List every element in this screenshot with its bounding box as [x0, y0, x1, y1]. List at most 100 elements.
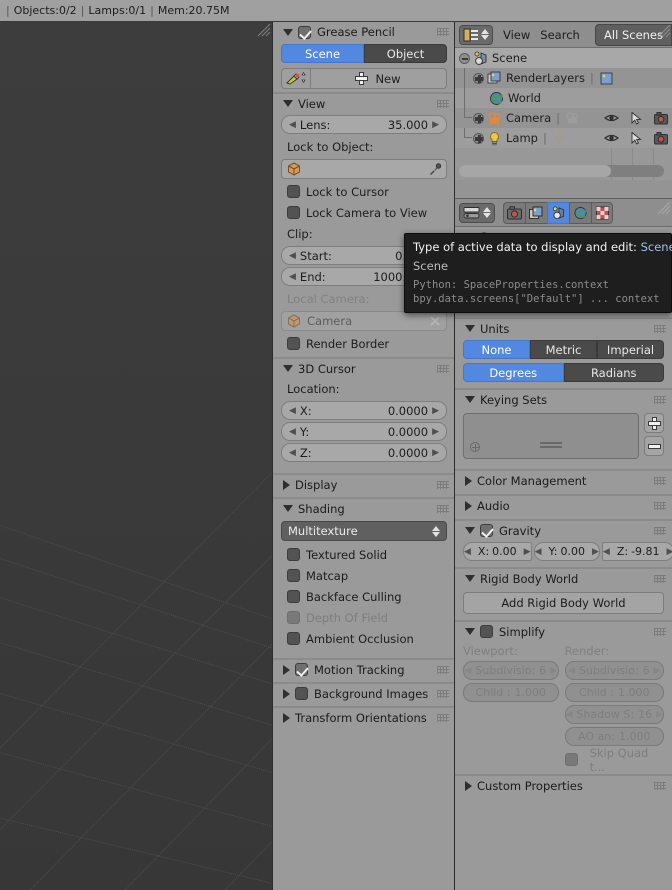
ambient-occlusion-row[interactable]: Ambient Occlusion [273, 628, 454, 649]
lock-camera-to-view-checkbox[interactable] [287, 206, 300, 219]
skip-quad-checkbox[interactable] [564, 753, 578, 766]
view-properties-region[interactable]: Grease Pencil Scene Object New View ◀ Le… [272, 22, 454, 890]
panel-drag-grip[interactable] [437, 364, 449, 373]
skip-quad-row[interactable]: Skip Quad t... [564, 746, 664, 774]
decrement-arrow-icon[interactable]: ◀ [289, 272, 296, 282]
outliner-menu-view[interactable]: View [503, 28, 530, 42]
camera-data-icon[interactable] [565, 111, 580, 126]
lens-field[interactable]: ◀ Lens: 35.000 ▶ [281, 115, 447, 134]
units-none[interactable]: None [463, 340, 530, 359]
panel-header-grease-pencil[interactable]: Grease Pencil [273, 22, 454, 42]
expand-toggle-icon[interactable] [473, 72, 484, 84]
outliner-row-scene[interactable]: Scene [455, 48, 672, 68]
new-grease-pencil-button[interactable]: New [311, 68, 447, 89]
simplify-render-child-field[interactable]: Child : 1.000 [564, 683, 664, 702]
render-border-row[interactable]: Render Border [273, 333, 454, 354]
shading-method-dropdown[interactable]: Multitexture [281, 521, 447, 541]
units-imperial[interactable]: Imperial [597, 340, 664, 359]
motion-tracking-checkbox[interactable] [295, 663, 308, 676]
lock-to-object-field[interactable] [281, 159, 447, 179]
increment-arrow-icon[interactable]: ▶ [654, 666, 661, 676]
panel-header-motion-tracking[interactable]: Motion Tracking [273, 659, 454, 679]
panel-header-3d-cursor[interactable]: 3D Cursor [273, 358, 454, 378]
renderlayer-data-icon[interactable] [599, 71, 614, 86]
simplify-checkbox[interactable] [480, 625, 493, 638]
outliner-resize-grip[interactable] [657, 24, 671, 38]
grease-pencil-datablock-row[interactable]: New [281, 68, 447, 89]
lamp-data-icon[interactable] [552, 131, 567, 146]
tab-render[interactable] [503, 201, 525, 224]
properties-tab-strip[interactable] [503, 201, 613, 224]
properties-resize-grip[interactable] [657, 201, 671, 215]
increment-arrow-icon[interactable]: ▶ [432, 120, 439, 130]
increment-arrow-icon[interactable]: ▶ [656, 710, 663, 720]
outliner-row-lamp[interactable]: Lamp | [455, 128, 672, 148]
tab-world[interactable] [569, 201, 591, 224]
outliner-row-toggles[interactable] [604, 108, 668, 128]
panel-drag-grip[interactable] [654, 324, 666, 333]
gravity-x-field[interactable]: ◀ X: 0.00 ▶ [463, 542, 532, 561]
panel-drag-grip[interactable] [654, 501, 666, 510]
panel-drag-grip[interactable] [437, 713, 449, 722]
add-rigid-body-world-button[interactable]: Add Rigid Body World [463, 592, 664, 614]
gp-toggle-scene[interactable]: Scene [281, 44, 364, 63]
increment-arrow-icon[interactable]: ▶ [667, 547, 672, 557]
units-rotation-toggle[interactable]: Degrees Radians [455, 361, 672, 384]
decrement-arrow-icon[interactable]: ◀ [535, 547, 542, 557]
close-icon[interactable] [429, 315, 441, 327]
decrement-arrow-icon[interactable]: ◀ [568, 666, 575, 676]
panel-drag-grip[interactable] [437, 689, 449, 698]
decrement-arrow-icon[interactable]: ◀ [289, 251, 296, 261]
decrement-arrow-icon[interactable]: ◀ [603, 547, 610, 557]
keying-sets-list[interactable] [463, 413, 639, 459]
simplify-render-shadow-field[interactable]: ◀ Shadow S: 16 ▶ [564, 705, 664, 724]
backface-culling-checkbox[interactable] [287, 590, 300, 603]
lock-camera-to-view-row[interactable]: Lock Camera to View [273, 202, 454, 223]
outliner-row-camera[interactable]: Camera | [455, 108, 672, 128]
ambient-occlusion-checkbox[interactable] [287, 632, 300, 645]
units-degrees[interactable]: Degrees [463, 363, 564, 382]
panel-header-view[interactable]: View [273, 93, 454, 113]
cursor-x-field[interactable]: ◀ X: 0.0000 ▶ [281, 401, 447, 420]
lock-to-cursor-checkbox[interactable] [287, 185, 300, 198]
panel-drag-grip[interactable] [654, 574, 666, 583]
tab-render-layers[interactable] [525, 201, 547, 224]
outliner-tree[interactable]: Scene RenderLayers | World Camera | Lamp… [455, 48, 672, 180]
increment-arrow-icon[interactable]: ▶ [524, 547, 531, 557]
render-border-checkbox[interactable] [287, 337, 300, 350]
eye-icon[interactable] [604, 132, 619, 144]
cursor-z-field[interactable]: ◀ Z: 0.0000 ▶ [281, 443, 447, 462]
outliner-row-toggles[interactable] [604, 128, 668, 148]
units-radians[interactable]: Radians [563, 363, 664, 382]
tab-texture[interactable] [591, 201, 613, 224]
viewport-resize-grip[interactable] [257, 23, 271, 37]
panel-header-keying-sets[interactable]: Keying Sets [455, 389, 672, 409]
decrement-arrow-icon[interactable]: ◀ [289, 427, 296, 437]
gravity-vector-row[interactable]: ◀ X: 0.00 ▶ ◀ Y: 0.00 ▶ ◀ Z: -9.81 ▶ [455, 540, 672, 563]
gp-toggle-object[interactable]: Object [364, 44, 447, 63]
cursor-arrow-icon[interactable] [631, 111, 642, 125]
outliner-horizontal-scrollbar[interactable] [459, 165, 664, 177]
cursor-y-field[interactable]: ◀ Y: 0.0000 ▶ [281, 422, 447, 441]
matcap-row[interactable]: Matcap [273, 565, 454, 586]
textured-solid-checkbox[interactable] [287, 548, 300, 561]
decrement-arrow-icon[interactable]: ◀ [289, 120, 296, 130]
panel-drag-grip[interactable] [654, 476, 666, 485]
tab-scene[interactable] [547, 201, 569, 224]
render-camera-icon[interactable] [654, 131, 668, 145]
editor-type-selector[interactable] [459, 24, 493, 45]
panel-header-audio[interactable]: Audio [455, 495, 672, 515]
3d-viewport[interactable] [0, 22, 272, 890]
decrement-arrow-icon[interactable]: ◀ [464, 666, 471, 676]
collapse-toggle-icon[interactable] [459, 52, 470, 64]
panel-header-custom-properties[interactable]: Custom Properties [455, 775, 672, 795]
panel-header-color-management[interactable]: Color Management [455, 470, 672, 490]
add-item-dot-icon[interactable] [470, 442, 480, 452]
panel-header-transform-orientations[interactable]: Transform Orientations [273, 707, 454, 727]
grease-pencil-checkbox[interactable] [298, 25, 311, 39]
panel-drag-grip[interactable] [437, 28, 449, 36]
render-camera-icon[interactable] [654, 111, 668, 125]
increment-arrow-icon[interactable]: ▶ [550, 666, 557, 676]
expand-toggle-icon[interactable] [473, 132, 484, 144]
editor-type-selector[interactable] [459, 202, 495, 223]
